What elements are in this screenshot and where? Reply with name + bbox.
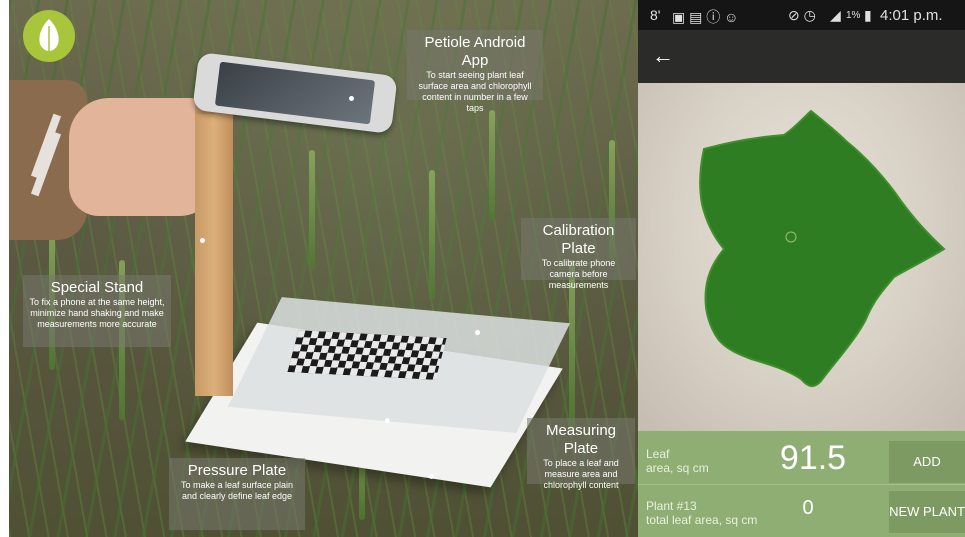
leaf-image: [699, 109, 946, 387]
leaf-label-unit: area, sq cm: [646, 461, 709, 475]
add-button[interactable]: ADD: [889, 441, 965, 483]
callout-title: Calibration Plate: [542, 222, 615, 257]
callout-special-stand: Special Stand To fix a phone at the same…: [23, 275, 171, 347]
plant-total-value: 0: [802, 497, 814, 519]
callout-desc: To start seeing plant leaf surface area …: [418, 70, 532, 113]
leaf-result-row: Leaf area, sq cm 91.5 ADD: [638, 431, 965, 484]
callout-calibration-plate: Calibration Plate To calibrate phone cam…: [521, 218, 636, 290]
stand-post: [195, 96, 233, 396]
signal-icon: ◢: [830, 7, 841, 23]
callout-pressure-plate: Pressure Plate To make a leaf surface pl…: [169, 458, 305, 530]
notification-icons: ▣ ▤ ⓘ ☺: [672, 9, 739, 25]
callout-anchor: [475, 330, 480, 335]
arrow-left-icon[interactable]: ←: [652, 45, 676, 67]
leaf-label: Leaf area, sq cm: [646, 447, 709, 475]
product-photo: Petiole Android App To start seeing plan…: [9, 0, 638, 537]
camera-preview: [638, 83, 965, 431]
leaf-label-title: Leaf: [646, 447, 670, 461]
callout-anchor: [349, 96, 354, 101]
callout-anchor: [200, 238, 205, 243]
app-screen: 8' ▣ ▤ ⓘ ☺ ⊘ ◷ ◢ 1% ▮ 4:01 p.m. ← Leaf a…: [638, 0, 965, 537]
callout-desc: To place a leaf and measure area and chl…: [543, 458, 619, 490]
callout-desc: To calibrate phone camera before measure…: [541, 258, 616, 290]
callout-title: Measuring Plate: [545, 422, 617, 457]
battery-icon: ▮: [864, 7, 872, 23]
corn-plant: [429, 170, 435, 300]
callout-desc: To fix a phone at the same height, minim…: [29, 297, 165, 329]
corn-plant: [309, 150, 315, 270]
leaf-area-value: 91.5: [779, 439, 847, 477]
callout-title: Petiole Android App: [424, 34, 526, 69]
results-panel: Leaf area, sq cm 91.5 ADD Plant #13 tota…: [638, 431, 965, 537]
plant-label-title: Plant #13: [646, 499, 697, 513]
callout-measuring-plate: Measuring Plate To place a leaf and meas…: [527, 418, 635, 490]
mute-alarm-icons: ⊘ ◷: [788, 7, 816, 23]
plant-label: Plant #13 total leaf area, sq cm: [646, 499, 757, 527]
app-bar: ←: [638, 30, 965, 83]
callout-anchor: [385, 418, 390, 423]
leaf-logo-glyph: [39, 19, 59, 53]
callout-desc: To make a leaf surface plain and clearly…: [180, 480, 294, 501]
battery-percent: 1%: [846, 10, 861, 21]
callout-anchor: [429, 474, 434, 479]
plant-result-row: Plant #13 total leaf area, sq cm 0 NEW P…: [638, 484, 965, 537]
new-plant-button[interactable]: NEW PLANT: [889, 491, 965, 533]
callout-title: Special Stand: [50, 279, 144, 296]
callout-title: Pressure Plate: [187, 462, 287, 479]
callout-petiole-app: Petiole Android App To start seeing plan…: [407, 30, 543, 113]
leaf-logo-icon: [23, 10, 75, 62]
clock: 4:01 p.m.: [880, 7, 943, 24]
calibration-checkerboard: [287, 330, 447, 380]
notification-count: 8': [650, 7, 661, 23]
status-bar: 8' ▣ ▤ ⓘ ☺ ⊘ ◷ ◢ 1% ▮ 4:01 p.m.: [638, 0, 965, 30]
corn-plant: [489, 110, 495, 220]
plant-label-unit: total leaf area, sq cm: [646, 513, 758, 527]
phone-device-screen: [214, 61, 376, 125]
